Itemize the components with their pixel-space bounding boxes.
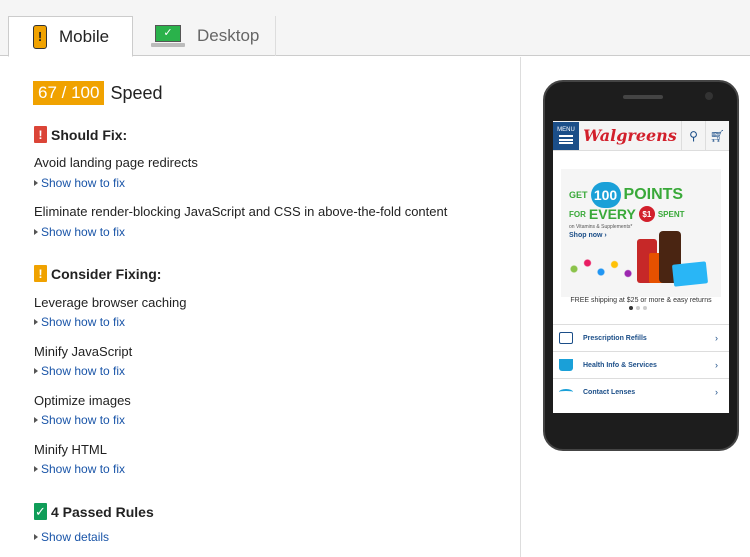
caret-right-icon — [34, 368, 38, 374]
show-how-to-fix-link[interactable]: Show how to fix — [34, 176, 125, 190]
rule-title: Optimize images — [34, 393, 131, 408]
rule-title: Minify HTML — [34, 442, 107, 457]
score-badge: 67 / 100 — [33, 81, 105, 105]
consider-fixing-title: Consider Fixing: — [51, 265, 162, 282]
preview-logo: Walgreens — [583, 126, 677, 145]
prescription-icon — [559, 332, 573, 344]
show-how-to-fix-link[interactable]: Show how to fix — [34, 315, 125, 329]
tab-mobile-label: Mobile — [59, 26, 110, 46]
caret-right-icon — [34, 319, 38, 325]
score-row: 67 / 100 Speed — [33, 81, 163, 105]
passed-rules-title: 4 Passed Rules — [51, 503, 154, 520]
desktop-check-icon: ✓ — [151, 25, 185, 47]
health-icon — [559, 359, 573, 371]
phone-camera — [705, 92, 713, 100]
preview-link-list: Prescription Refills › Health Info & Ser… — [553, 324, 729, 405]
mobile-warning-icon — [33, 24, 47, 49]
mobile-preview-phone: MENU Walgreens ⚲ 🛒︎ GET 100 POINTS FOR E… — [543, 80, 739, 451]
show-how-to-fix-link[interactable]: Show how to fix — [34, 225, 125, 239]
list-item: Health Info & Services › — [553, 351, 729, 378]
tab-desktop[interactable]: ✓ Desktop — [133, 16, 276, 56]
list-item: Prescription Refills › — [553, 324, 729, 351]
preview-promo-banner: GET 100 POINTS FOR EVERY $1 SPENT on Vit… — [561, 169, 721, 297]
caret-right-icon — [34, 229, 38, 235]
chevron-right-icon: › — [715, 360, 718, 370]
passed-rules-heading: ✓ 4 Passed Rules — [34, 503, 154, 520]
should-fix-title: Should Fix: — [51, 126, 128, 143]
rule-title: Leverage browser caching — [34, 295, 187, 310]
preview-menu-icon: MENU — [553, 121, 579, 150]
score-label: Speed — [110, 82, 163, 103]
phone-earpiece — [623, 95, 663, 99]
search-icon: ⚲ — [681, 121, 705, 151]
chevron-right-icon: › — [715, 333, 718, 343]
reward-card-image — [671, 261, 709, 287]
chevron-right-icon: › — [715, 387, 718, 397]
preview-screenshot: MENU Walgreens ⚲ 🛒︎ GET 100 POINTS FOR E… — [553, 121, 729, 413]
warning-icon: ! — [34, 126, 47, 143]
show-how-to-fix-link[interactable]: Show how to fix — [34, 462, 125, 476]
caret-right-icon — [34, 466, 38, 472]
show-how-to-fix-link[interactable]: Show how to fix — [34, 413, 125, 427]
consider-fixing-heading: ! Consider Fixing: — [34, 265, 161, 282]
warning-icon: ! — [34, 265, 47, 282]
cart-icon: 🛒︎ — [705, 121, 729, 151]
device-tab-bar: Mobile ✓ Desktop — [0, 0, 750, 57]
caret-right-icon — [34, 180, 38, 186]
tab-mobile[interactable]: Mobile — [8, 16, 133, 57]
contact-lens-icon — [559, 389, 573, 395]
rule-title: Eliminate render-blocking JavaScript and… — [34, 204, 448, 219]
show-how-to-fix-link[interactable]: Show how to fix — [34, 364, 125, 378]
list-item: Contact Lenses › — [553, 378, 729, 405]
caret-right-icon — [34, 417, 38, 423]
should-fix-heading: ! Should Fix: — [34, 126, 127, 143]
rule-title: Avoid landing page redirects — [34, 155, 198, 170]
show-details-link[interactable]: Show details — [34, 530, 109, 544]
carousel-pager — [629, 306, 647, 310]
preview-header: MENU Walgreens ⚲ 🛒︎ — [553, 121, 729, 151]
tab-desktop-label: Desktop — [197, 26, 260, 45]
rule-title: Minify JavaScript — [34, 344, 133, 359]
caret-right-icon — [34, 534, 38, 540]
check-icon: ✓ — [34, 503, 47, 520]
preview-free-shipping: FREE shipping at $25 or more & easy retu… — [570, 297, 712, 304]
panel-divider — [520, 57, 521, 557]
report-panel: 67 / 100 Speed ! Should Fix: Avoid landi… — [0, 57, 520, 557]
